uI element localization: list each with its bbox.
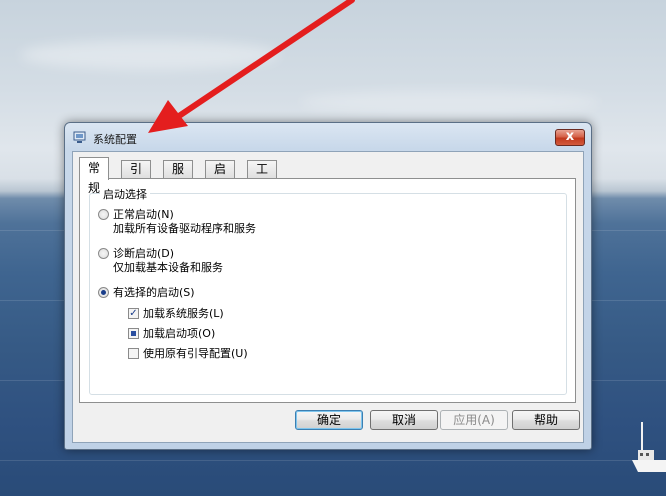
system-config-dialog: 系统配置 x 常规 引导 服务 启动 工具 启动选择 正常启动(N) 加载所有设… [64,122,592,450]
sea-wave [0,460,666,461]
radio-indicator[interactable] [98,247,109,259]
radio-indicator[interactable] [98,286,109,298]
close-icon: x [565,129,575,144]
radio-description: 加载所有设备驱动程序和服务 [113,222,256,235]
checkbox-load-startup-items[interactable]: 加载启动项(O) [128,325,215,341]
cancel-button[interactable]: 取消 [370,410,438,430]
sky-cloud [20,40,280,70]
help-button[interactable]: 帮助 [512,410,580,430]
checkbox-load-system-services[interactable]: ✓ 加载系统服务(L) [128,305,224,321]
radio-selective-startup[interactable]: 有选择的启动(S) [98,284,195,300]
radio-label: 有选择的启动(S) [113,286,195,299]
tab-boot[interactable]: 引导 [121,160,152,193]
title-bar[interactable]: 系统配置 x [65,123,591,151]
tab-services[interactable]: 服务 [163,160,194,193]
tab-startup[interactable]: 启动 [205,160,236,193]
group-legend: 启动选择 [100,186,150,202]
sky-cloud [300,90,600,114]
checkbox-label: 使用原有引导配置(U) [143,347,248,360]
dialog-title: 系统配置 [93,133,137,146]
dialog-client-area: 常规 引导 服务 启动 工具 启动选择 正常启动(N) 加载所有设备驱动程序和服… [72,151,584,443]
apply-button[interactable]: 应用(A) [440,410,508,430]
tab-tools[interactable]: 工具 [247,160,278,193]
sailboat-image [632,422,666,472]
indeterminate-check-icon[interactable] [128,327,139,339]
tab-general[interactable]: 常规 [79,157,110,195]
checkbox-indicator[interactable] [128,347,139,359]
app-config-icon [73,131,86,143]
radio-indicator[interactable] [98,208,109,220]
tab-panel-general: 启动选择 正常启动(N) 加载所有设备驱动程序和服务 诊断启动(D) 仅加载基本… [79,178,576,403]
checkbox-use-original-boot-config[interactable]: 使用原有引导配置(U) [128,345,248,361]
checkmark-icon[interactable]: ✓ [128,307,139,319]
ok-button[interactable]: 确定 [295,410,363,430]
checkbox-label: 加载启动项(O) [143,327,216,340]
checkbox-label: 加载系统服务(L) [143,307,224,320]
radio-description: 仅加载基本设备和服务 [113,261,223,274]
close-button[interactable]: x [555,129,585,146]
